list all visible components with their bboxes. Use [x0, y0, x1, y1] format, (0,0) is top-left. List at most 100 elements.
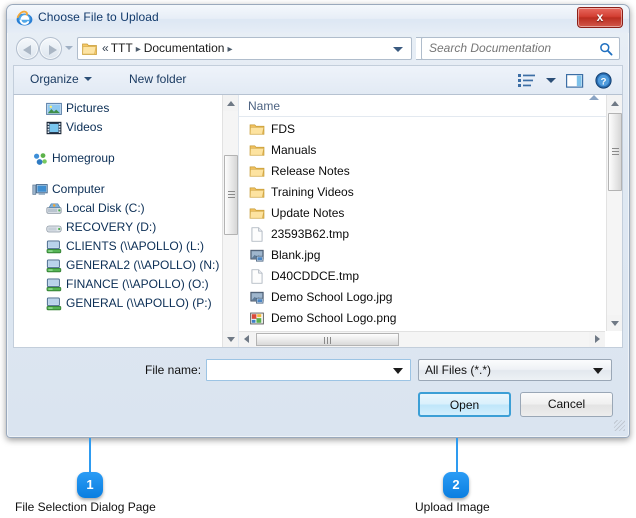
file-list-item[interactable]: Training Videos [239, 182, 605, 203]
file-type-select[interactable]: All Files (*.*) [418, 359, 612, 381]
sidebar-item-recovery-d[interactable]: RECOVERY (D:) [14, 218, 221, 237]
view-chevron-down-icon[interactable] [546, 78, 556, 83]
sidebar-item-local-disk-c[interactable]: Local Disk (C:) [14, 199, 221, 218]
search-icon [600, 42, 613, 56]
file-list-item[interactable]: Manuals [239, 140, 605, 161]
column-header-name[interactable]: Name [248, 99, 280, 113]
title-bar: Choose File to Upload x [7, 5, 629, 33]
file-list-item[interactable]: Blank.jpg [239, 245, 605, 266]
sidebar-item-label: Local Disk (C:) [66, 201, 145, 215]
file-list-item-label: Blank.jpg [271, 248, 321, 262]
sidebar-item-general2-apollo-n[interactable]: GENERAL2 (\\APOLLO) (N:) [14, 256, 221, 275]
file-list-item-label: Manuals [271, 143, 317, 157]
file-list-item[interactable]: Demo School Logo.jpg [239, 287, 605, 308]
homegroup-icon [34, 153, 47, 165]
file-list-item[interactable]: Demo School Logo.png [239, 308, 605, 329]
navigation-pane: Pictures Videos Homegroup Computer Local Dis… [14, 95, 239, 347]
local-disk-icon [46, 203, 62, 214]
help-circle-icon[interactable]: ? [595, 72, 612, 89]
preview-pane-icon[interactable] [566, 73, 584, 89]
hscroll-left-button[interactable] [239, 332, 255, 347]
folder-icon [249, 208, 265, 219]
forward-button[interactable] [39, 37, 62, 60]
open-button[interactable]: Open [418, 392, 511, 417]
drive-icon [46, 225, 62, 233]
file-list-item-label: Demo School Logo.png [271, 311, 397, 325]
folder-icon [249, 187, 265, 198]
callout-2-badge: 2 [443, 472, 469, 498]
callout-1-label: File Selection Dialog Page [15, 500, 156, 514]
address-dropdown-chevron-down-icon[interactable] [393, 47, 403, 52]
back-arrow-icon [23, 45, 31, 55]
file-type-value: All Files (*.*) [425, 363, 492, 377]
hscroll-thumb[interactable] [256, 333, 399, 346]
sidebar-scroll-up-button[interactable] [223, 95, 238, 111]
hscroll-right-button[interactable] [589, 332, 605, 347]
breadcrumb-path: «TTT ▸ Documentation ▸ [102, 41, 235, 55]
organize-button[interactable]: Organize [30, 72, 92, 86]
file-list-item-label: Release Notes [271, 164, 350, 178]
file-list-item-label: 23593B62.tmp [271, 227, 350, 241]
sidebar-scrollbar[interactable] [222, 95, 238, 347]
sidebar-item-label: Computer [52, 182, 105, 196]
breadcrumb-overflow[interactable]: « [102, 41, 111, 55]
content-area: Pictures Videos Homegroup Computer Local Dis… [13, 95, 623, 348]
sidebar-scroll-down-button[interactable] [223, 331, 238, 347]
breadcrumb[interactable]: «TTT ▸ Documentation ▸ [77, 37, 412, 60]
folder-icon [249, 124, 265, 135]
breadcrumb-item-ttt[interactable]: TTT [111, 41, 133, 55]
sidebar-item-videos[interactable]: Videos [14, 118, 221, 137]
sidebar-item-homegroup[interactable]: Homegroup [14, 149, 221, 168]
breadcrumb-item-documentation[interactable]: Documentation [144, 41, 225, 55]
file-list-horizontal-scrollbar[interactable] [239, 331, 605, 347]
resize-grip[interactable] [614, 420, 625, 431]
sidebar-item-label: RECOVERY (D:) [66, 220, 157, 234]
file-name-input[interactable] [206, 359, 411, 381]
file-list-item[interactable]: D40CDDCE.tmp [239, 266, 605, 287]
sidebar-item-label: Homegroup [52, 151, 115, 165]
file-list-item[interactable]: Update Notes [239, 203, 605, 224]
sidebar-item-finance-apollo-o[interactable]: FINANCE (\\APOLLO) (O:) [14, 275, 221, 294]
window-title: Choose File to Upload [38, 10, 159, 24]
sidebar-item-computer[interactable]: Computer [14, 180, 221, 199]
pictures-icon [46, 102, 62, 115]
file-list-scrollbar[interactable] [606, 95, 622, 331]
jpg-image-icon [250, 291, 264, 304]
sort-ascending-icon [589, 95, 599, 100]
callout-2-label: Upload Image [415, 500, 490, 514]
file-list-item[interactable]: 23593B62.tmp [239, 224, 605, 245]
callout-1-badge: 1 [77, 472, 103, 498]
file-scroll-up-button[interactable] [607, 95, 622, 111]
network-drive-icon [46, 278, 62, 292]
sidebar-item-clients-apollo-l[interactable]: CLIENTS (\\APOLLO) (L:) [14, 237, 221, 256]
recent-locations-chevron-down-icon[interactable] [65, 46, 73, 50]
sidebar-scroll-thumb[interactable] [224, 155, 238, 235]
close-button[interactable]: x [577, 7, 623, 28]
file-scroll-thumb[interactable] [608, 113, 622, 191]
file-list-item-label: D40CDDCE.tmp [271, 269, 360, 283]
view-list-icon[interactable] [518, 73, 536, 89]
dialog-footer: File name: All Files (*.*) Open Cancel [7, 348, 629, 434]
network-drive-icon [46, 297, 62, 311]
file-list-item[interactable]: Release Notes [239, 161, 605, 182]
sidebar-item-general-apollo-p[interactable]: GENERAL (\\APOLLO) (P:) [14, 294, 221, 313]
network-drive-icon [46, 240, 62, 254]
column-header-row: Name [239, 95, 622, 117]
file-list-item[interactable]: FDS [239, 119, 605, 140]
sidebar-item-label: GENERAL2 (\\APOLLO) (N:) [66, 258, 220, 272]
sidebar-item-label: Pictures [66, 101, 110, 115]
network-drive-icon [46, 259, 62, 273]
search-input[interactable]: Search Documentation [421, 37, 620, 60]
forward-arrow-icon [49, 45, 57, 55]
cancel-button[interactable]: Cancel [520, 392, 613, 417]
file-name-chevron-down-icon[interactable] [393, 368, 403, 374]
back-button[interactable] [16, 37, 39, 60]
new-folder-button[interactable]: New folder [129, 72, 186, 86]
sidebar-list: Pictures Videos Homegroup Computer Local Dis… [14, 99, 221, 313]
file-scroll-down-button[interactable] [607, 315, 622, 331]
png-image-icon [250, 312, 264, 325]
file-upload-dialog: Choose File to Upload x «TTT ▸ Documentati… [6, 4, 630, 438]
address-bar: «TTT ▸ Documentation ▸ Search Documentation [7, 33, 629, 65]
blank-file-icon [251, 227, 263, 242]
sidebar-item-pictures[interactable]: Pictures [14, 99, 221, 118]
